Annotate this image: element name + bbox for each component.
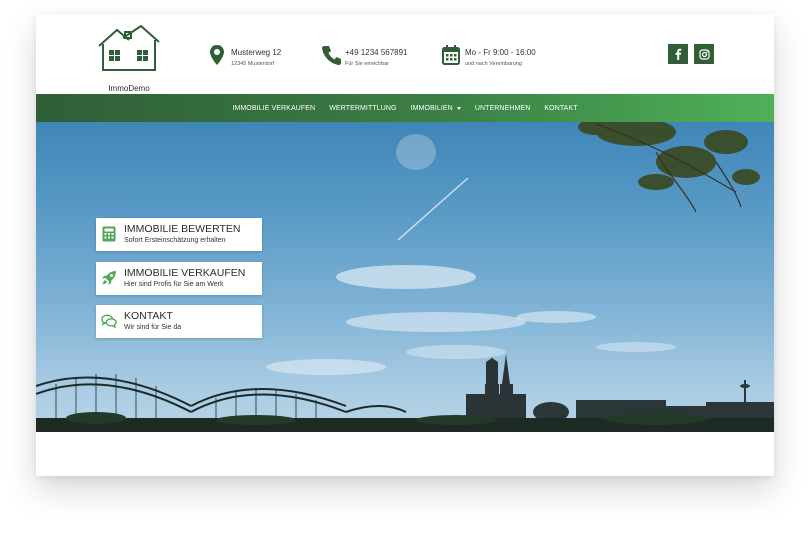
address-line1: Musterweg 12 [231,48,282,57]
cta-title: KONTAKT [124,310,173,322]
cta-immobilie-bewerten[interactable]: IMMOBILIE BEWERTEN Sofort Ersteinschätzu… [96,218,262,251]
content-area [36,432,774,476]
nav-label: UNTERNEHMEN [474,104,531,112]
phone-icon [322,46,341,65]
calendar-icon [442,45,460,65]
main-navigation: IMMOBILIE VERKAUFEN WERTERMITTLUNG IMMOB… [36,94,774,122]
hours-line1: Mo - Fr 9:00 - 16:00 [465,48,536,57]
house-logo-icon [98,24,160,71]
instagram-icon [698,48,710,60]
cta-subtitle: Wir sind für Sie da [124,324,182,331]
caret-down-icon [456,106,461,110]
phone-subtitle: Für Sie erreichbar [345,61,390,67]
nav-label: IMMOBILIE VERKAUFEN [232,104,316,112]
hours-line2: und nach Vereinbarung [465,61,522,67]
nav-label: IMMOBILIEN [410,104,453,112]
calculator-icon [102,226,116,242]
hero-banner: IMMOBILIE BEWERTEN Sofort Ersteinschätzu… [36,122,774,432]
cta-immobilie-verkaufen[interactable]: IMMOBILIE VERKAUFEN Hier sind Profis für… [96,262,262,295]
nav-item-wertermittlung[interactable]: WERTERMITTLUNG [329,105,396,112]
site-logo[interactable]: ImmoDemo [94,24,164,93]
nav-item-immobilie-verkaufen[interactable]: IMMOBILIE VERKAUFEN [232,105,315,112]
site-header: ImmoDemo Musterweg 12 12345 Musterdorf +… [36,14,774,94]
cta-kontakt[interactable]: KONTAKT Wir sind für Sie da [96,305,262,338]
nav-item-kontakt[interactable]: KONTAKT [544,105,577,112]
rocket-icon [102,271,116,285]
logo-text: ImmoDemo [108,84,150,93]
cta-title: IMMOBILIE BEWERTEN [124,223,241,235]
nav-item-immobilien[interactable]: IMMOBILIEN [411,105,461,112]
chat-icon [101,314,117,329]
facebook-icon [675,48,682,60]
nav-label: WERTERMITTLUNG [329,104,397,112]
map-pin-icon [210,45,224,65]
website-frame: ImmoDemo Musterweg 12 12345 Musterdorf +… [36,14,774,476]
instagram-button[interactable] [694,44,714,64]
cta-title: IMMOBILIE VERKAUFEN [124,267,246,279]
nav-label: KONTAKT [544,104,578,112]
phone-number: +49 1234 567891 [345,48,408,57]
address-line2: 12345 Musterdorf [231,61,275,67]
cta-subtitle: Hier sind Profis für Sie am Werk [124,281,224,288]
nav-item-unternehmen[interactable]: UNTERNEHMEN [475,105,531,112]
facebook-button[interactable] [668,44,688,64]
cta-subtitle: Sofort Ersteinschätzung erhalten [124,237,226,244]
